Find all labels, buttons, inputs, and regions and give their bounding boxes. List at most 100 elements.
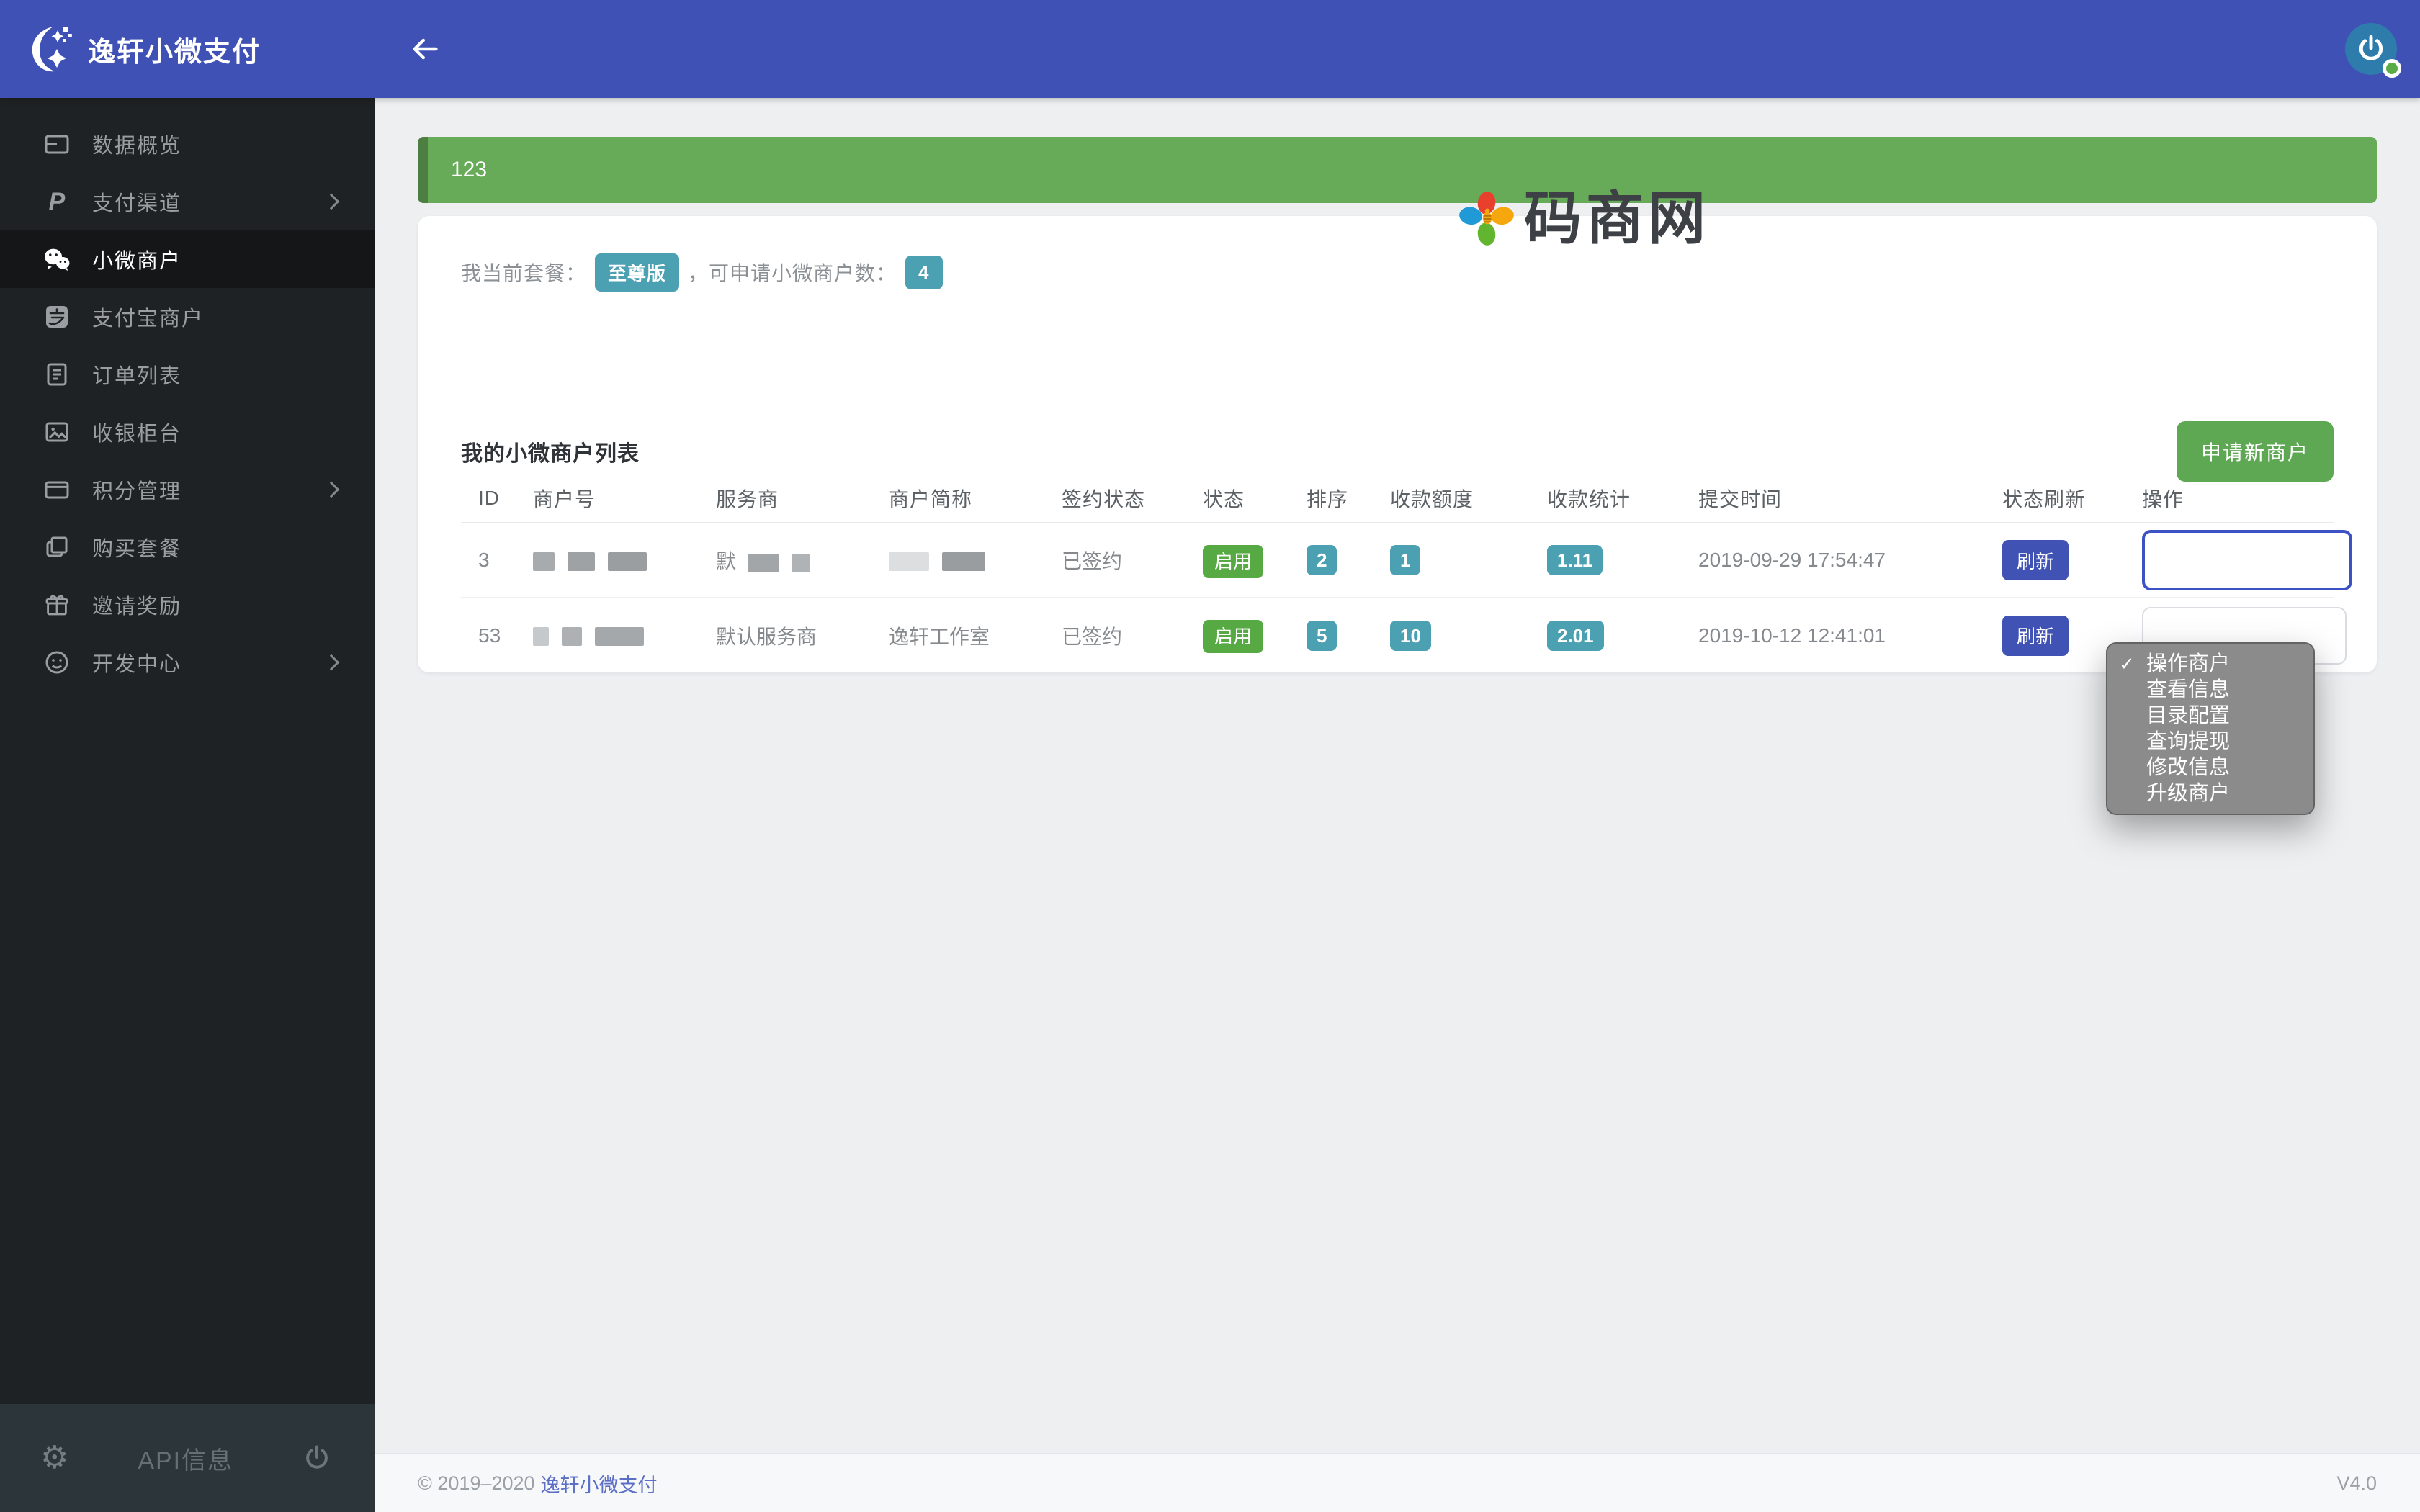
col-status: 状态 — [1186, 482, 1289, 523]
stats-badge: 2.01 — [1547, 620, 1604, 651]
cell-stats: 2.01 — [1530, 598, 1681, 672]
sort-badge: 2 — [1307, 545, 1337, 575]
page-footer: © 2019–2020 逸轩小微支付 V4.0 — [375, 1453, 2420, 1512]
sidebar-item-dev-center[interactable]: 开发中心 — [0, 634, 375, 691]
user-avatar[interactable] — [2345, 23, 2401, 78]
quota-badge: 1 — [1390, 545, 1421, 575]
menu-option-directory-config[interactable]: 目录配置 — [2107, 703, 2313, 729]
redacted-text — [889, 552, 929, 571]
cell-provider: 默 — [699, 523, 871, 598]
sidebar-item-order-list[interactable]: 订单列表 — [0, 346, 375, 403]
sidebar: 数据概览 P 支付渠道 小微商户 支付宝商户 订单列表 收银柜台 积分管理 购买… — [0, 98, 375, 1512]
cell-sort: 5 — [1289, 598, 1373, 672]
stats-badge: 1.11 — [1547, 545, 1603, 575]
sidebar-item-buy-package[interactable]: 购买套餐 — [0, 518, 375, 576]
sidebar-item-label: 购买套餐 — [92, 538, 182, 561]
plan-badge: 至尊版 — [595, 253, 680, 292]
merchant-card: 我当前套餐： 至尊版 ，可申请小微商户数： 4 我的小微商户列表 申请新商户 I… — [418, 216, 2377, 672]
redacted-text — [533, 552, 555, 571]
menu-option-upgrade-merchant[interactable]: 升级商户 — [2107, 780, 2313, 806]
main-content: 码商网 123 我当前套餐： 至尊版 ，可申请小微商户数： 4 我的小微商户列表… — [375, 98, 2420, 1512]
cell-submitted: 2019-09-29 17:54:47 — [1681, 523, 1985, 598]
apply-new-merchant-button[interactable]: 申请新商户 — [2176, 421, 2334, 482]
sidebar-item-invite-rewards[interactable]: 邀请奖励 — [0, 576, 375, 634]
menu-option-view-info[interactable]: 查看信息 — [2107, 677, 2313, 703]
sidebar-item-points-management[interactable]: 积分管理 — [0, 461, 375, 518]
chevron-right-icon — [323, 654, 340, 671]
menu-option-operate-merchant[interactable]: ✓ 操作商户 — [2107, 651, 2313, 677]
col-actions: 操作 — [2125, 482, 2334, 523]
cell-stats: 1.11 — [1530, 523, 1681, 598]
sidebar-item-data-overview[interactable]: 数据概览 — [0, 115, 375, 173]
app-logo-icon — [23, 23, 75, 75]
col-id: ID — [461, 482, 516, 523]
col-submitted: 提交时间 — [1681, 482, 1985, 523]
back-arrow-icon[interactable] — [400, 24, 449, 73]
refresh-button[interactable]: 刷新 — [2002, 540, 2069, 580]
online-status-dot — [2383, 59, 2401, 78]
table-row: 3 默 已签约 启用 2 1 1.11 2019-09-29 17:54:47 … — [461, 523, 2352, 598]
sidebar-item-label: 收银柜台 — [92, 423, 182, 446]
col-sort: 排序 — [1289, 482, 1373, 523]
sidebar-menu: 数据概览 P 支付渠道 小微商户 支付宝商户 订单列表 收银柜台 积分管理 购买… — [0, 98, 375, 1404]
sidebar-bottom-bar: ⚙ API信息 — [0, 1404, 375, 1512]
merchant-count-badge: 4 — [905, 255, 943, 289]
sidebar-item-cashier[interactable]: 收银柜台 — [0, 403, 375, 461]
cell-id: 3 — [461, 523, 516, 598]
sidebar-item-label: 小微商户 — [92, 250, 182, 273]
col-quota: 收款额度 — [1373, 482, 1530, 523]
redacted-text — [561, 627, 582, 647]
cell-status: 启用 — [1186, 523, 1289, 598]
data-overview-card-icon — [43, 130, 71, 158]
cell-refresh: 刷新 — [1985, 598, 2125, 672]
gift-icon — [43, 591, 71, 618]
redacted-text — [533, 627, 549, 647]
sidebar-item-label: 积分管理 — [92, 480, 182, 503]
col-provider: 服务商 — [699, 482, 871, 523]
cell-refresh: 刷新 — [1985, 523, 2125, 598]
chevron-right-icon — [323, 193, 340, 210]
check-icon: ✓ — [2119, 653, 2135, 675]
footer-brand-link[interactable]: 逸轩小微支付 — [541, 1470, 658, 1498]
action-dropdown-menu: ✓ 操作商户 查看信息 目录配置 查询提现 修改信息 升级商户 — [2106, 642, 2315, 815]
order-list-icon — [43, 361, 71, 388]
notice-text: 123 — [451, 158, 488, 181]
redacted-text — [941, 552, 985, 571]
redacted-text — [567, 552, 595, 571]
table-header-row: ID 商户号 服务商 商户简称 签约状态 状态 排序 收款额度 收款统计 提交时… — [461, 482, 2334, 523]
brand: 逸轩小微支付 — [0, 23, 375, 75]
cell-quota: 1 — [1373, 523, 1530, 598]
redacted-text — [792, 553, 810, 572]
col-stats: 收款统计 — [1530, 482, 1681, 523]
copyright-text: © 2019–2020 — [418, 1472, 535, 1494]
sidebar-item-payment-channels[interactable]: P 支付渠道 — [0, 173, 375, 230]
cell-provider: 默认服务商 — [716, 625, 817, 648]
merchant-table: ID 商户号 服务商 商户简称 签约状态 状态 排序 收款额度 收款统计 提交时… — [461, 482, 2352, 672]
action-select[interactable] — [2142, 530, 2352, 590]
status-badge: 启用 — [1203, 620, 1264, 653]
sidebar-item-alipay-merchants[interactable]: 支付宝商户 — [0, 288, 375, 346]
power-icon[interactable] — [302, 1444, 331, 1472]
cell-actions — [2125, 523, 2352, 598]
table-row: 53 默认服务商 逸轩工作室 已签约 启用 5 10 2.01 2019-10-… — [461, 598, 2347, 672]
cell-short-name: 逸轩工作室 — [889, 625, 990, 648]
table-toolbar: 我的小微商户列表 申请新商户 — [461, 420, 2334, 482]
chevron-right-icon — [323, 481, 340, 498]
menu-option-modify-info[interactable]: 修改信息 — [2107, 755, 2313, 780]
menu-option-query-withdrawal[interactable]: 查询提现 — [2107, 729, 2313, 755]
plan-line: 我当前套餐： 至尊版 ，可申请小微商户数： 4 — [461, 253, 2334, 292]
col-sign-status: 签约状态 — [1044, 482, 1186, 523]
top-bar: 逸轩小微支付 — [0, 0, 2420, 98]
api-info-link[interactable]: API信息 — [68, 1441, 302, 1476]
gear-icon[interactable]: ⚙ — [40, 1442, 68, 1474]
cell-quota: 10 — [1373, 598, 1530, 672]
buy-package-icon — [43, 534, 71, 561]
sidebar-item-micro-merchants[interactable]: 小微商户 — [0, 230, 375, 288]
redacted-text — [594, 627, 644, 647]
refresh-button[interactable]: 刷新 — [2002, 615, 2069, 656]
points-card-icon — [43, 476, 71, 503]
alipay-icon — [43, 303, 71, 330]
cell-merchant-no — [516, 523, 699, 598]
cell-sign-status: 已签约 — [1044, 523, 1186, 598]
sidebar-item-label: 支付渠道 — [92, 192, 182, 215]
